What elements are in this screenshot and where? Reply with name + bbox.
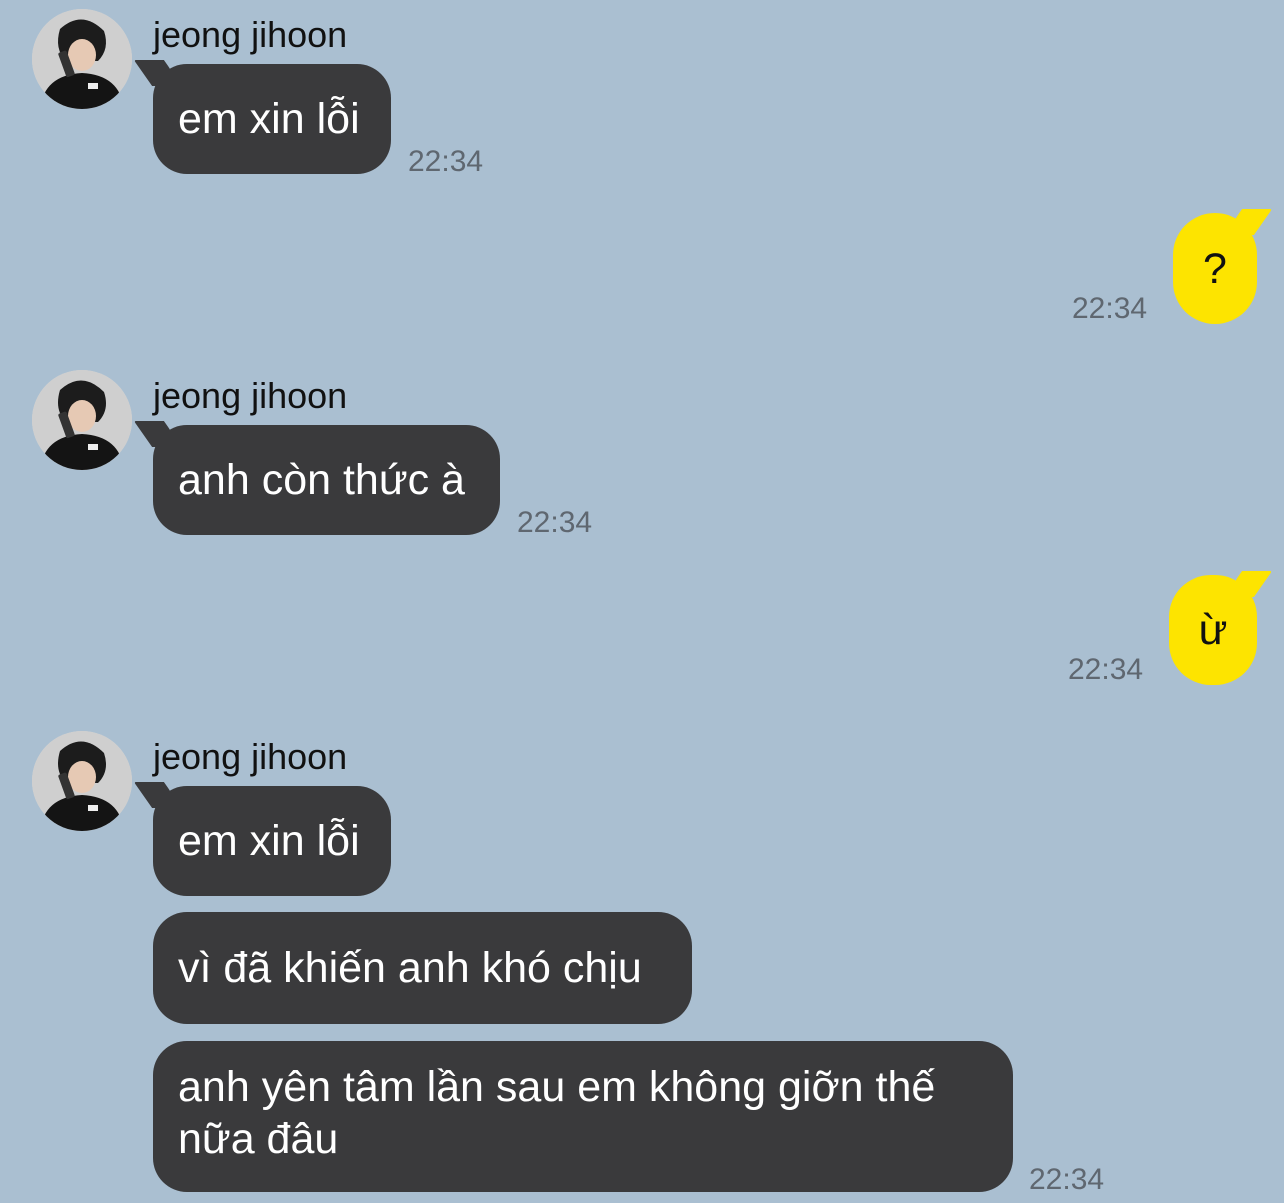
message-bubble-incoming[interactable]: anh còn thức à [133, 421, 500, 535]
message-text: em xin lỗi [178, 95, 360, 143]
message-bubble-outgoing[interactable]: ừ [1169, 571, 1273, 685]
sender-name: jeong jihoon [153, 736, 348, 777]
bubble-tail [133, 782, 183, 808]
message-bubble-outgoing[interactable]: ? [1173, 209, 1273, 324]
sender-name: jeong jihoon [153, 14, 348, 55]
message-text: anh yên tâm lần sau em không giỡn thế nữ… [178, 1063, 936, 1163]
message-bubble-incoming[interactable]: em xin lỗi [133, 60, 391, 174]
bubble-tail [133, 60, 183, 86]
message-timestamp: 22:34 [517, 506, 593, 539]
bubble-tail [133, 421, 183, 447]
avatar[interactable] [32, 370, 132, 470]
message-timestamp: 22:34 [1072, 292, 1148, 325]
message-text: anh còn thức à [178, 456, 465, 504]
message-text: ừ [1198, 606, 1228, 654]
message-text: vì đã khiến anh khó chịu [178, 944, 642, 992]
bubble-tail [1223, 209, 1273, 235]
message-timestamp: 22:34 [1068, 653, 1144, 686]
message-bubble-incoming[interactable]: anh yên tâm lần sau em không giỡn thế nữ… [153, 1041, 1013, 1192]
avatar[interactable] [32, 731, 132, 831]
message-timestamp: 22:34 [408, 145, 484, 178]
bubble-tail [1223, 571, 1273, 597]
message-text: ? [1203, 244, 1227, 293]
message-timestamp: 22:34 [1029, 1163, 1105, 1196]
sender-name: jeong jihoon [153, 375, 348, 416]
message-text: em xin lỗi [178, 817, 360, 865]
message-bubble-incoming[interactable]: em xin lỗi [133, 782, 391, 896]
message-bubble-incoming[interactable]: vì đã khiến anh khó chịu [153, 912, 692, 1024]
avatar[interactable] [32, 9, 132, 109]
